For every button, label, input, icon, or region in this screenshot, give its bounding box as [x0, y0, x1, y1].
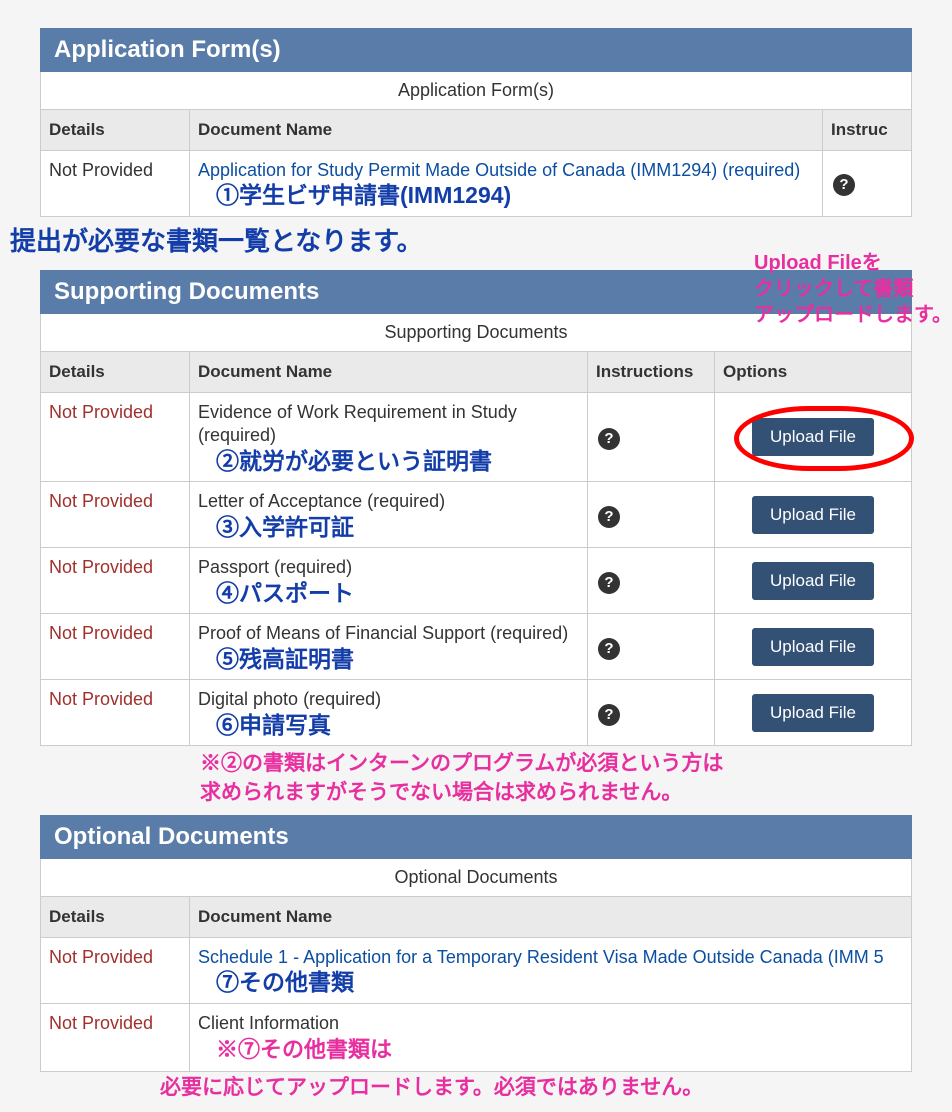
- help-icon[interactable]: ?: [598, 572, 620, 594]
- annotation-doc-2: ②就労が必要という証明書: [198, 448, 579, 476]
- cell-docname: Evidence of Work Requirement in Study (r…: [190, 392, 588, 481]
- annotation-doc-7b: ※⑦その他書類は: [198, 1035, 903, 1065]
- doc-name: Digital photo (required): [198, 689, 381, 709]
- col-details: Details: [41, 351, 190, 392]
- supporting-documents-table: Details Document Name Instructions Optio…: [40, 351, 912, 746]
- col-options: Options: [715, 351, 912, 392]
- annotation-doc-6: ⑥申請写真: [198, 712, 579, 740]
- section-header-optional: Optional Documents: [40, 815, 912, 859]
- doc-name: Client Information: [198, 1013, 339, 1033]
- application-forms-table: Details Document Name Instruc Not Provid…: [40, 109, 912, 217]
- section-header-application-forms: Application Form(s): [40, 28, 912, 72]
- annotation-doc-7: ⑦その他書類: [198, 969, 903, 997]
- col-details: Details: [41, 110, 190, 151]
- col-docname: Document Name: [190, 896, 912, 937]
- cell-details: Not Provided: [41, 548, 190, 614]
- help-icon[interactable]: ?: [598, 704, 620, 726]
- optional-documents-table: Details Document Name Not Provided Sched…: [40, 896, 912, 1072]
- col-docname: Document Name: [190, 351, 588, 392]
- annotation-optional-note: 必要に応じてアップロードします。必須ではありません。: [40, 1072, 912, 1102]
- annotation-doc-4: ④パスポート: [198, 580, 579, 608]
- cell-details: Not Provided: [41, 482, 190, 548]
- annotation-upload-instructions: Upload Fileを クリックして書類 アップロードします。: [754, 250, 952, 328]
- table-row: Not Provided Letter of Acceptance (requi…: [41, 482, 912, 548]
- cell-details: Not Provided: [41, 1003, 190, 1071]
- table-row: Not Provided Proof of Means of Financial…: [41, 614, 912, 680]
- upload-file-button[interactable]: Upload File: [752, 694, 874, 732]
- section-caption-optional: Optional Documents: [40, 859, 912, 896]
- table-row: Not Provided Passport (required) ④パスポート …: [41, 548, 912, 614]
- annotation-doc-3: ③入学許可証: [198, 514, 579, 542]
- cell-docname: Passport (required) ④パスポート: [190, 548, 588, 614]
- help-icon[interactable]: ?: [598, 428, 620, 450]
- col-instructions: Instruc: [823, 110, 912, 151]
- cell-details: Not Provided: [41, 614, 190, 680]
- help-icon[interactable]: ?: [833, 174, 855, 196]
- table-row: Not Provided Schedule 1 - Application fo…: [41, 937, 912, 1003]
- cell-details: Not Provided: [41, 937, 190, 1003]
- cell-docname: Digital photo (required) ⑥申請写真: [190, 680, 588, 746]
- table-row: Not Provided Digital photo (required) ⑥申…: [41, 680, 912, 746]
- upload-file-button[interactable]: Upload File: [752, 628, 874, 666]
- cell-instructions: ?: [823, 151, 912, 217]
- doc-name: Evidence of Work Requirement in Study (r…: [198, 402, 517, 445]
- cell-details: Not Provided: [41, 392, 190, 481]
- table-row: Not Provided Client Information ※⑦その他書類は: [41, 1003, 912, 1071]
- section-caption-application-forms: Application Form(s): [40, 72, 912, 109]
- cell-docname: Client Information ※⑦その他書類は: [190, 1003, 912, 1071]
- doc-link-imm1294[interactable]: Application for Study Permit Made Outsid…: [198, 160, 800, 180]
- upload-file-button[interactable]: Upload File: [752, 562, 874, 600]
- col-instructions: Instructions: [588, 351, 715, 392]
- annotation-intern-note: ※②の書類はインターンのプログラムが必須という方は 求められますがそうでない場合…: [40, 746, 912, 807]
- doc-name: Passport (required): [198, 557, 352, 577]
- cell-details: Not Provided: [41, 151, 190, 217]
- cell-docname: Application for Study Permit Made Outsid…: [190, 151, 823, 217]
- doc-name: Proof of Means of Financial Support (req…: [198, 623, 568, 643]
- annotation-doc-5: ⑤残高証明書: [198, 646, 579, 674]
- help-icon[interactable]: ?: [598, 506, 620, 528]
- table-row: Not Provided Evidence of Work Requiremen…: [41, 392, 912, 481]
- cell-docname: Schedule 1 - Application for a Temporary…: [190, 937, 912, 1003]
- col-details: Details: [41, 896, 190, 937]
- cell-docname: Letter of Acceptance (required) ③入学許可証: [190, 482, 588, 548]
- doc-link-schedule1[interactable]: Schedule 1 - Application for a Temporary…: [198, 947, 884, 967]
- col-docname: Document Name: [190, 110, 823, 151]
- upload-file-button[interactable]: Upload File: [752, 496, 874, 534]
- cell-details: Not Provided: [41, 680, 190, 746]
- upload-file-button[interactable]: Upload File: [752, 418, 874, 456]
- help-icon[interactable]: ?: [598, 638, 620, 660]
- annotation-doc-1: ①学生ビザ申請書(IMM1294): [198, 182, 814, 210]
- doc-name: Letter of Acceptance (required): [198, 491, 445, 511]
- cell-docname: Proof of Means of Financial Support (req…: [190, 614, 588, 680]
- table-row: Not Provided Application for Study Permi…: [41, 151, 912, 217]
